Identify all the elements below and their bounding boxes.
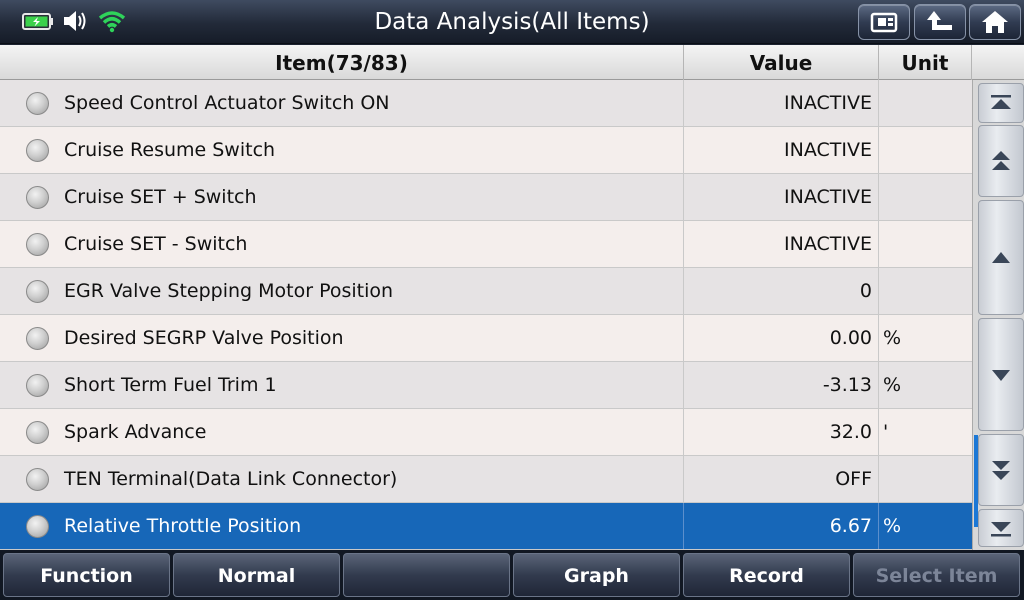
scroll-top-icon — [991, 95, 1011, 109]
row-value: 6.67 — [684, 503, 879, 549]
record-button[interactable]: Record — [683, 553, 850, 597]
row-item-label: Cruise SET - Switch — [64, 233, 248, 255]
page-up-button[interactable] — [978, 125, 1024, 197]
table-row[interactable]: Cruise Resume Switch INACTIVE — [0, 127, 972, 174]
table-row[interactable]: TEN Terminal(Data Link Connector) OFF — [0, 456, 972, 503]
radio-icon[interactable] — [26, 92, 49, 115]
line-down-icon — [992, 369, 1010, 381]
function-bar: Function Normal Graph Record Select Item — [0, 550, 1024, 600]
row-value: INACTIVE — [684, 80, 879, 126]
title-bar: Data Analysis(All Items) — [0, 0, 1024, 44]
normal-button[interactable]: Normal — [173, 553, 340, 597]
radio-icon[interactable] — [26, 280, 49, 303]
radio-icon[interactable] — [26, 186, 49, 209]
row-item-label: Cruise SET + Switch — [64, 186, 257, 208]
row-unit — [879, 127, 972, 173]
function-button[interactable]: Function — [3, 553, 170, 597]
row-unit — [879, 268, 972, 314]
column-header-unit[interactable]: Unit — [879, 45, 972, 80]
radio-icon[interactable] — [26, 139, 49, 162]
table-row[interactable]: Speed Control Actuator Switch ON INACTIV… — [0, 80, 972, 127]
row-item-label: TEN Terminal(Data Link Connector) — [64, 468, 398, 490]
table-row[interactable]: Cruise SET + Switch INACTIVE — [0, 174, 972, 221]
row-unit — [879, 221, 972, 267]
table-row[interactable]: EGR Valve Stepping Motor Position 0 — [0, 268, 972, 315]
row-item-label: Short Term Fuel Trim 1 — [64, 374, 277, 396]
data-table: Item(73/83) Value Unit Speed Control Act… — [0, 45, 1024, 550]
column-header-item[interactable]: Item(73/83) — [0, 45, 684, 80]
select-item-button[interactable]: Select Item — [853, 553, 1020, 597]
row-value: OFF — [684, 456, 879, 502]
row-unit: % — [883, 515, 902, 537]
page-down-icon — [992, 461, 1010, 480]
row-unit: ' — [883, 421, 889, 443]
scroll-top-button[interactable] — [978, 83, 1024, 123]
line-down-button[interactable] — [978, 318, 1024, 431]
row-item-label: Speed Control Actuator Switch ON — [64, 92, 390, 114]
page-down-button[interactable] — [978, 434, 1024, 506]
scroll-bottom-button[interactable] — [978, 509, 1024, 547]
row-item-label: Cruise Resume Switch — [64, 139, 276, 161]
table-row[interactable]: Short Term Fuel Trim 1 -3.13 % — [0, 362, 972, 409]
back-icon — [927, 11, 952, 30]
row-value: -3.13 — [684, 362, 879, 408]
line-up-icon — [992, 251, 1010, 263]
row-value: INACTIVE — [684, 221, 879, 267]
row-unit — [879, 80, 972, 126]
row-value: INACTIVE — [684, 174, 879, 220]
table-row[interactable]: Cruise SET - Switch INACTIVE — [0, 221, 972, 268]
table-header: Item(73/83) Value Unit — [0, 45, 1024, 80]
table-rows: Speed Control Actuator Switch ON INACTIV… — [0, 80, 972, 550]
table-row[interactable]: Desired SEGRP Valve Position 0.00 % — [0, 315, 972, 362]
column-header-value[interactable]: Value — [684, 45, 879, 80]
empty-button[interactable] — [343, 553, 510, 597]
row-unit — [879, 174, 972, 220]
screenshot-button[interactable] — [858, 4, 910, 40]
row-unit: % — [883, 327, 902, 349]
row-unit: % — [883, 374, 902, 396]
row-unit — [879, 456, 972, 502]
row-value: 32.0 — [684, 409, 879, 455]
back-button[interactable] — [914, 4, 966, 40]
screenshot-icon — [870, 12, 898, 33]
table-row-selected[interactable]: Relative Throttle Position 6.67 % — [0, 503, 972, 550]
row-item-label: EGR Valve Stepping Motor Position — [64, 280, 394, 302]
line-up-button[interactable] — [978, 200, 1024, 315]
radio-icon[interactable] — [26, 374, 49, 397]
home-icon — [982, 11, 1008, 33]
row-value: INACTIVE — [684, 127, 879, 173]
row-item-label: Spark Advance — [64, 421, 207, 443]
graph-button[interactable]: Graph — [513, 553, 680, 597]
radio-icon[interactable] — [26, 468, 49, 491]
scrollbar[interactable] — [972, 80, 1024, 550]
row-value: 0 — [684, 268, 879, 314]
home-button[interactable] — [969, 4, 1021, 40]
page-up-icon — [992, 151, 1010, 170]
scroll-bottom-icon — [991, 522, 1011, 537]
row-item-label: Desired SEGRP Valve Position — [64, 327, 344, 349]
radio-icon[interactable] — [26, 421, 49, 444]
column-header-spacer — [972, 45, 1024, 80]
radio-icon[interactable] — [26, 233, 49, 256]
radio-icon[interactable] — [26, 515, 49, 538]
row-value: 0.00 — [684, 315, 879, 361]
row-item-label: Relative Throttle Position — [64, 515, 302, 537]
radio-icon[interactable] — [26, 327, 49, 350]
table-row[interactable]: Spark Advance 32.0 ' — [0, 409, 972, 456]
